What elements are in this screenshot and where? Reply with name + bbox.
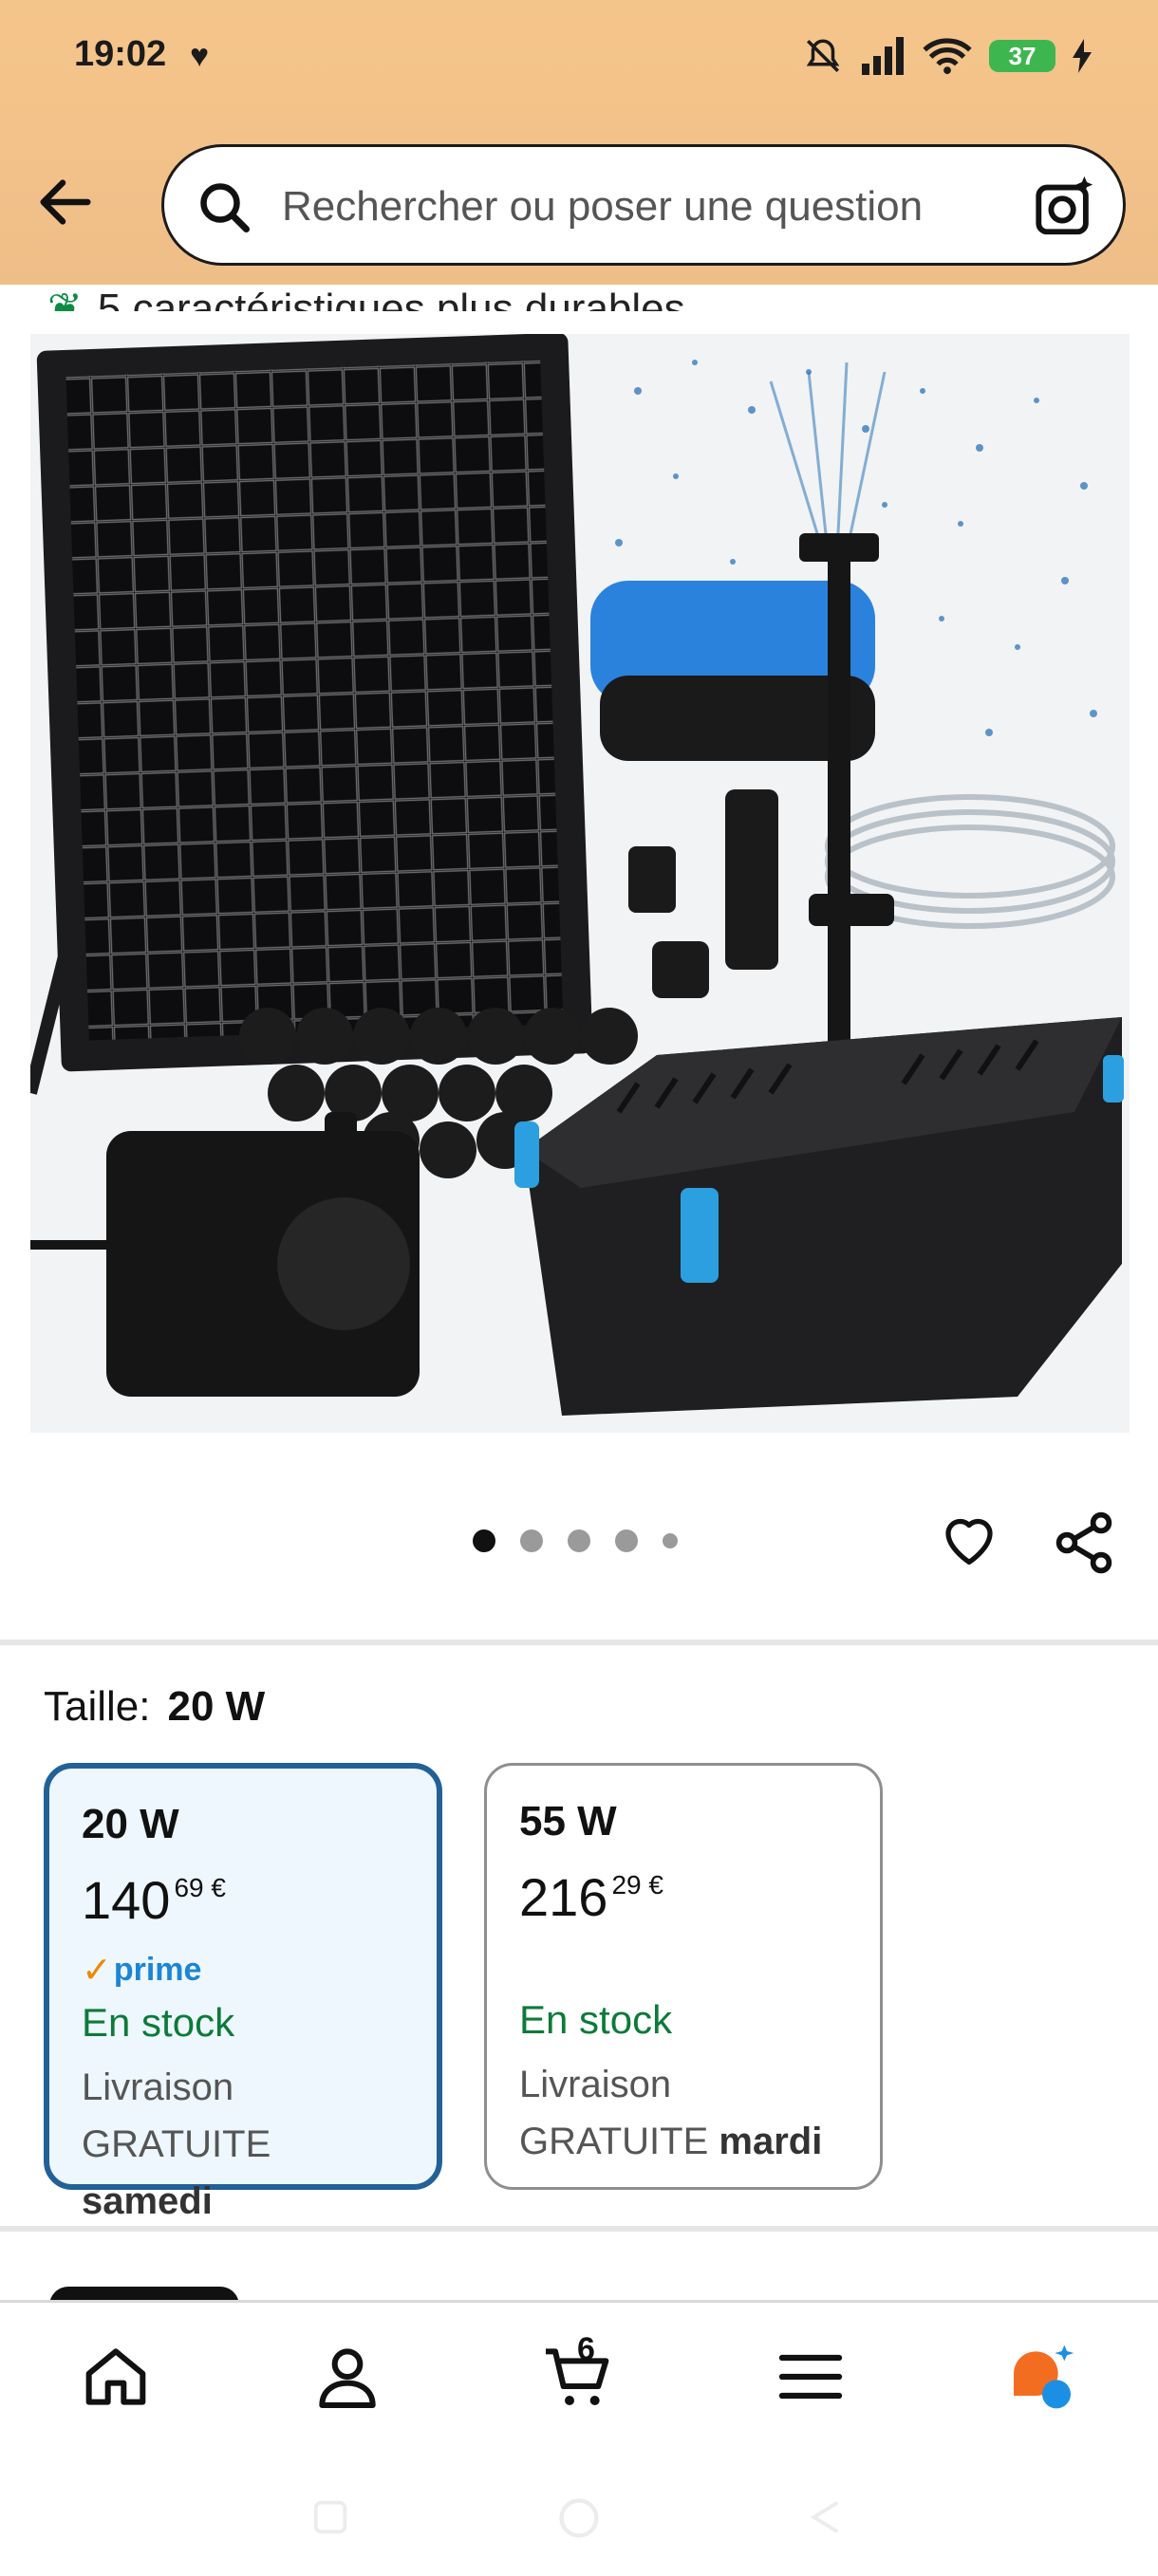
size-option-20w[interactable]: 20 W 140 69 € ✓ prime En stock Livraison G… [44, 1763, 442, 2222]
system-navigation-bar [0, 2448, 1158, 2573]
stock-status: En stock [519, 1997, 673, 2042]
prime-badge-empty [519, 1940, 848, 1993]
divider [0, 2226, 1158, 2232]
rufus-ai-icon[interactable] [1004, 2339, 1080, 2415]
features-dropdown[interactable]: ❦ 5 caractéristiques plus durables ⌄ [47, 285, 732, 311]
signal-icon [862, 37, 904, 75]
product-photo [24, 332, 1130, 1433]
product-image[interactable] [24, 332, 1130, 1433]
camera-search-icon[interactable] [1032, 174, 1098, 240]
chevron-down-icon: ⌄ [696, 286, 732, 311]
option-name: 20 W [82, 1801, 179, 1847]
home-system-icon[interactable] [554, 2493, 604, 2543]
carousel-dot[interactable] [568, 1529, 590, 1552]
prime-badge: ✓ prime [82, 1950, 202, 1991]
delivery-info: Livraison GRATUITE samedi [82, 2066, 271, 2222]
back-arrow-icon[interactable] [32, 169, 99, 235]
carousel-dot[interactable] [473, 1529, 495, 1552]
recent-apps-icon[interactable] [308, 2495, 352, 2539]
heart-status-icon: ♥ [190, 38, 210, 74]
option-price: 216 29 € [519, 1867, 663, 1927]
battery-indicator: 37 [989, 40, 1055, 72]
size-label: Taille: 20 W [44, 1683, 265, 1731]
size-option-55w[interactable]: 55 W 216 29 € En stock Livraison GRATUITE… [484, 1763, 883, 2190]
menu-icon[interactable] [773, 2339, 849, 2415]
features-text: 5 caractéristiques plus durables [97, 286, 685, 311]
search-bar[interactable]: Rechercher ou poser une question [161, 144, 1126, 266]
cart-count-badge: 6 [577, 2331, 595, 2367]
status-icons: 37 [803, 32, 1092, 80]
delivery-info: Livraison GRATUITE mardi [519, 2064, 823, 2162]
bell-muted-icon [806, 39, 840, 72]
home-icon[interactable] [78, 2339, 154, 2415]
stock-status: En stock [82, 2000, 235, 2045]
search-input[interactable]: Rechercher ou poser une question [282, 183, 923, 231]
size-selected-value: 20 W [167, 1683, 266, 1730]
option-name: 55 W [519, 1798, 617, 1844]
option-price: 140 69 € [82, 1870, 226, 1930]
prime-check-icon: ✓ [82, 1950, 112, 1991]
image-carousel-dots[interactable] [473, 1529, 678, 1552]
carousel-dot[interactable] [663, 1533, 678, 1548]
charging-icon [1073, 39, 1092, 73]
size-label-text: Taille: [44, 1683, 151, 1730]
divider [0, 1640, 1158, 1645]
wifi-icon [923, 38, 972, 75]
leaf-icon: ❦ [47, 286, 83, 311]
carousel-dot[interactable] [520, 1529, 543, 1552]
search-icon [200, 183, 250, 232]
carousel-dot[interactable] [615, 1529, 638, 1552]
share-icon[interactable] [1050, 1509, 1118, 1577]
back-system-icon[interactable] [803, 2495, 847, 2539]
account-icon[interactable] [309, 2339, 385, 2415]
top-header: 19:02 ♥ 37 Rechercher ou poser une quest… [0, 0, 1158, 285]
heart-icon[interactable] [938, 1509, 1000, 1571]
status-time: 19:02 [74, 34, 167, 74]
